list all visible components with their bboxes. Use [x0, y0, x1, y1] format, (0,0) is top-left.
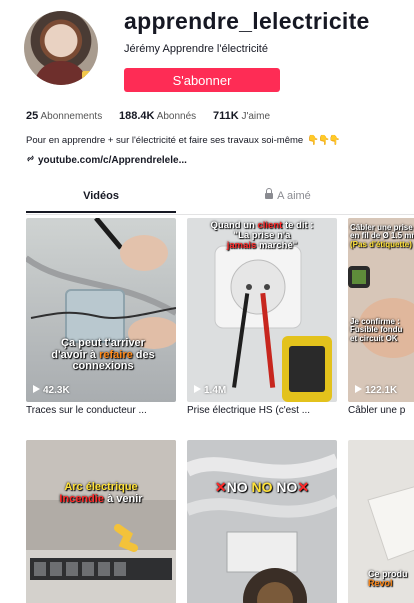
- video-caption[interactable]: Traces sur le conducteur ...: [26, 405, 176, 416]
- video-overlay-text: Quand un client te dit : "La prise n'a j…: [210, 220, 314, 251]
- pointing-down-emoji-icon: 👇👇👇: [307, 135, 340, 146]
- video-thumbnail[interactable]: Arc électrique Incendie à venir: [26, 440, 176, 603]
- avatar[interactable]: [24, 11, 98, 85]
- video-overlay-text: Je confirme : Fusible fondu et circuit OK: [350, 317, 403, 343]
- video-thumbnail[interactable]: Ça peut t'arriver d'avoir à refaire des …: [26, 218, 176, 402]
- tab-liked-label: A aimé: [277, 190, 311, 202]
- video-thumbnail[interactable]: Ce produ Revol: [348, 440, 414, 603]
- likes-count: 711K: [212, 110, 239, 122]
- lock-icon: [265, 188, 274, 199]
- video-thumbnail[interactable]: ✕NO NO NO✕: [187, 440, 337, 603]
- followers-count[interactable]: 188.4K: [119, 110, 154, 122]
- link-icon: [26, 154, 35, 166]
- video-thumbnail[interactable]: Câbler une prise en fil de Ø 1.5 mm (Pas d…: [348, 218, 414, 402]
- video-caption[interactable]: Câbler une p: [348, 405, 414, 416]
- bio: Pour en apprendre + sur l'électricité et…: [26, 135, 341, 146]
- follow-button[interactable]: S'abonner: [124, 68, 280, 92]
- avatar-shirt: [34, 61, 88, 85]
- video-card[interactable]: Arc électrique Incendie à venir: [26, 440, 176, 603]
- video-card[interactable]: Ce produ Revol: [348, 440, 414, 603]
- tab-videos[interactable]: Vidéos: [26, 186, 176, 213]
- play-icon: [194, 385, 201, 393]
- view-count: 122.1K: [355, 385, 397, 396]
- video-grid: Ça peut t'arriver d'avoir à refaire des …: [26, 218, 414, 603]
- video-overlay-text: Arc électrique Incendie à venir: [59, 481, 143, 505]
- video-thumbnail-image: [187, 440, 337, 603]
- video-card[interactable]: ✕NO NO NO✕: [187, 440, 337, 603]
- followers-label[interactable]: Abonnés: [157, 111, 196, 122]
- profile-header: apprendre_lelectricite Jérémy Apprendre …: [0, 0, 414, 100]
- video-card[interactable]: Ça peut t'arriver d'avoir à refaire des …: [26, 218, 176, 416]
- video-overlay-text: ✕NO NO NO✕: [214, 479, 310, 495]
- video-thumbnail-image: [26, 440, 176, 603]
- video-card[interactable]: Quand un client te dit : "La prise n'a j…: [187, 218, 337, 416]
- profile-stats: 25 Abonnements 188.4K Abonnés 711K J'aim…: [26, 110, 284, 122]
- tab-videos-label: Vidéos: [83, 190, 119, 202]
- video-overlay-text: Câbler une prise en fil de Ø 1.5 mm (Pas d…: [350, 223, 414, 249]
- following-count[interactable]: 25: [26, 110, 38, 122]
- view-count: 1.4M: [194, 385, 226, 396]
- profile-tabs: Vidéos A aimé: [26, 186, 414, 215]
- username: apprendre_lelectricite: [124, 8, 370, 34]
- video-overlay-text: Ça peut t'arriver d'avoir à refaire des …: [51, 337, 155, 373]
- tab-liked[interactable]: A aimé: [228, 186, 348, 213]
- display-name: Jérémy Apprendre l'électricité: [124, 43, 268, 55]
- video-card[interactable]: Câbler une prise en fil de Ø 1.5 mm (Pas d…: [348, 218, 414, 416]
- view-count: 42.3K: [33, 385, 70, 396]
- profile-link-text[interactable]: youtube.com/c/Apprendrelele...: [38, 155, 187, 166]
- video-thumbnail-image: [26, 218, 176, 402]
- profile-link[interactable]: youtube.com/c/Apprendrelele...: [26, 154, 187, 166]
- video-thumbnail[interactable]: Quand un client te dit : "La prise n'a j…: [187, 218, 337, 402]
- play-icon: [33, 385, 40, 393]
- avatar-badge: [82, 71, 92, 81]
- bio-text: Pour en apprendre + sur l'électricité et…: [26, 135, 304, 146]
- likes-label: J'aime: [241, 111, 271, 122]
- play-icon: [355, 385, 362, 393]
- video-caption[interactable]: Prise électrique HS (c'est ...: [187, 405, 337, 416]
- video-overlay-text: Ce produ Revol: [368, 569, 408, 589]
- following-label[interactable]: Abonnements: [40, 111, 102, 122]
